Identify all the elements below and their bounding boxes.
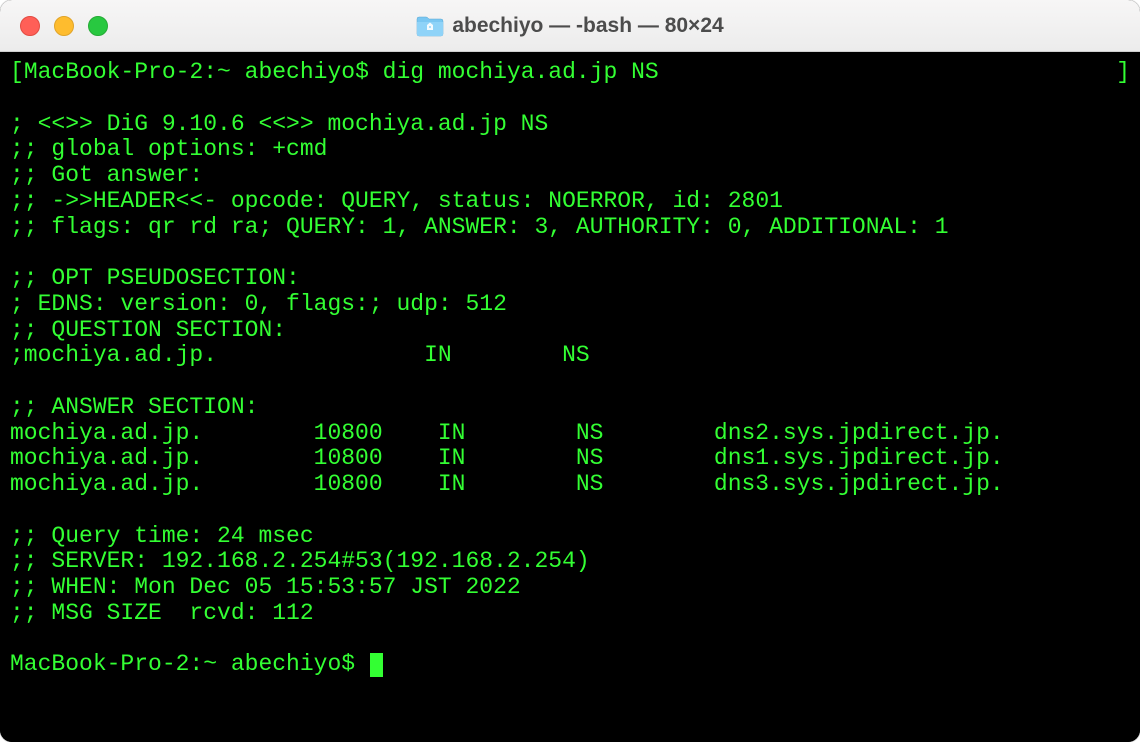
dig-query-time: ;; Query time: 24 msec — [10, 524, 1130, 550]
a-type: NS — [576, 472, 714, 498]
prompt-line-2: MacBook-Pro-2:~ abechiyo$ — [10, 652, 1130, 678]
a-class: IN — [438, 472, 576, 498]
a-data: dns1.sys.jpdirect.jp. — [714, 446, 1130, 472]
answer-row: mochiya.ad.jp.10800INNSdns2.sys.jpdirect… — [10, 421, 1130, 447]
prompt-bracket-right: ] — [1116, 60, 1130, 86]
terminal-body[interactable]: [MacBook-Pro-2:~ abechiyo$ dig mochiya.a… — [0, 52, 1140, 742]
dig-header: ;; ->>HEADER<<- opcode: QUERY, status: N… — [10, 189, 1130, 215]
blank-line — [10, 86, 1130, 112]
blank-line — [10, 498, 1130, 524]
a-ttl: 10800 — [314, 421, 438, 447]
cursor[interactable] — [370, 653, 383, 677]
dig-opt-header: ;; OPT PSEUDOSECTION: — [10, 266, 1130, 292]
traffic-lights — [20, 16, 108, 36]
close-button[interactable] — [20, 16, 40, 36]
dig-banner: ; <<>> DiG 9.10.6 <<>> mochiya.ad.jp NS — [10, 112, 1130, 138]
dig-flags: ;; flags: qr rd ra; QUERY: 1, ANSWER: 3,… — [10, 215, 1130, 241]
dig-edns: ; EDNS: version: 0, flags:; udp: 512 — [10, 292, 1130, 318]
a-name: mochiya.ad.jp. — [10, 446, 314, 472]
a-name: mochiya.ad.jp. — [10, 421, 314, 447]
dig-server: ;; SERVER: 192.168.2.254#53(192.168.2.25… — [10, 549, 1130, 575]
dig-global-options: ;; global options: +cmd — [10, 137, 1130, 163]
shell-prompt: MacBook-Pro-2:~ abechiyo$ — [24, 59, 383, 85]
a-name: mochiya.ad.jp. — [10, 472, 314, 498]
answer-row: mochiya.ad.jp.10800INNSdns1.sys.jpdirect… — [10, 446, 1130, 472]
prompt-bracket-left: [ — [10, 59, 24, 85]
q-name: ;mochiya.ad.jp. — [10, 343, 424, 369]
dig-answer-header: ;; ANSWER SECTION: — [10, 395, 1130, 421]
dig-got-answer: ;; Got answer: — [10, 163, 1130, 189]
window-title-wrap: abechiyo — -bash — 80×24 — [416, 14, 723, 38]
a-type: NS — [576, 421, 714, 447]
dig-msg-size: ;; MSG SIZE rcvd: 112 — [10, 601, 1130, 627]
q-type: NS — [562, 343, 1130, 369]
a-data: dns3.sys.jpdirect.jp. — [714, 472, 1130, 498]
shell-prompt: MacBook-Pro-2:~ abechiyo$ — [10, 651, 369, 677]
prompt-line-1: [MacBook-Pro-2:~ abechiyo$ dig mochiya.a… — [10, 60, 1130, 86]
a-ttl: 10800 — [314, 472, 438, 498]
maximize-button[interactable] — [88, 16, 108, 36]
a-class: IN — [438, 421, 576, 447]
answer-row: mochiya.ad.jp.10800INNSdns3.sys.jpdirect… — [10, 472, 1130, 498]
command-text: dig mochiya.ad.jp NS — [383, 59, 659, 85]
home-folder-icon — [416, 15, 444, 37]
window-title: abechiyo — -bash — 80×24 — [452, 14, 723, 38]
dig-when: ;; WHEN: Mon Dec 05 15:53:57 JST 2022 — [10, 575, 1130, 601]
blank-line — [10, 627, 1130, 653]
q-class: IN — [424, 343, 562, 369]
dig-question-header: ;; QUESTION SECTION: — [10, 318, 1130, 344]
terminal-window: abechiyo — -bash — 80×24 [MacBook-Pro-2:… — [0, 0, 1140, 742]
blank-line — [10, 240, 1130, 266]
blank-line — [10, 369, 1130, 395]
minimize-button[interactable] — [54, 16, 74, 36]
a-ttl: 10800 — [314, 446, 438, 472]
a-type: NS — [576, 446, 714, 472]
titlebar: abechiyo — -bash — 80×24 — [0, 0, 1140, 52]
a-class: IN — [438, 446, 576, 472]
dig-question: ;mochiya.ad.jp.INNS — [10, 343, 1130, 369]
a-data: dns2.sys.jpdirect.jp. — [714, 421, 1130, 447]
